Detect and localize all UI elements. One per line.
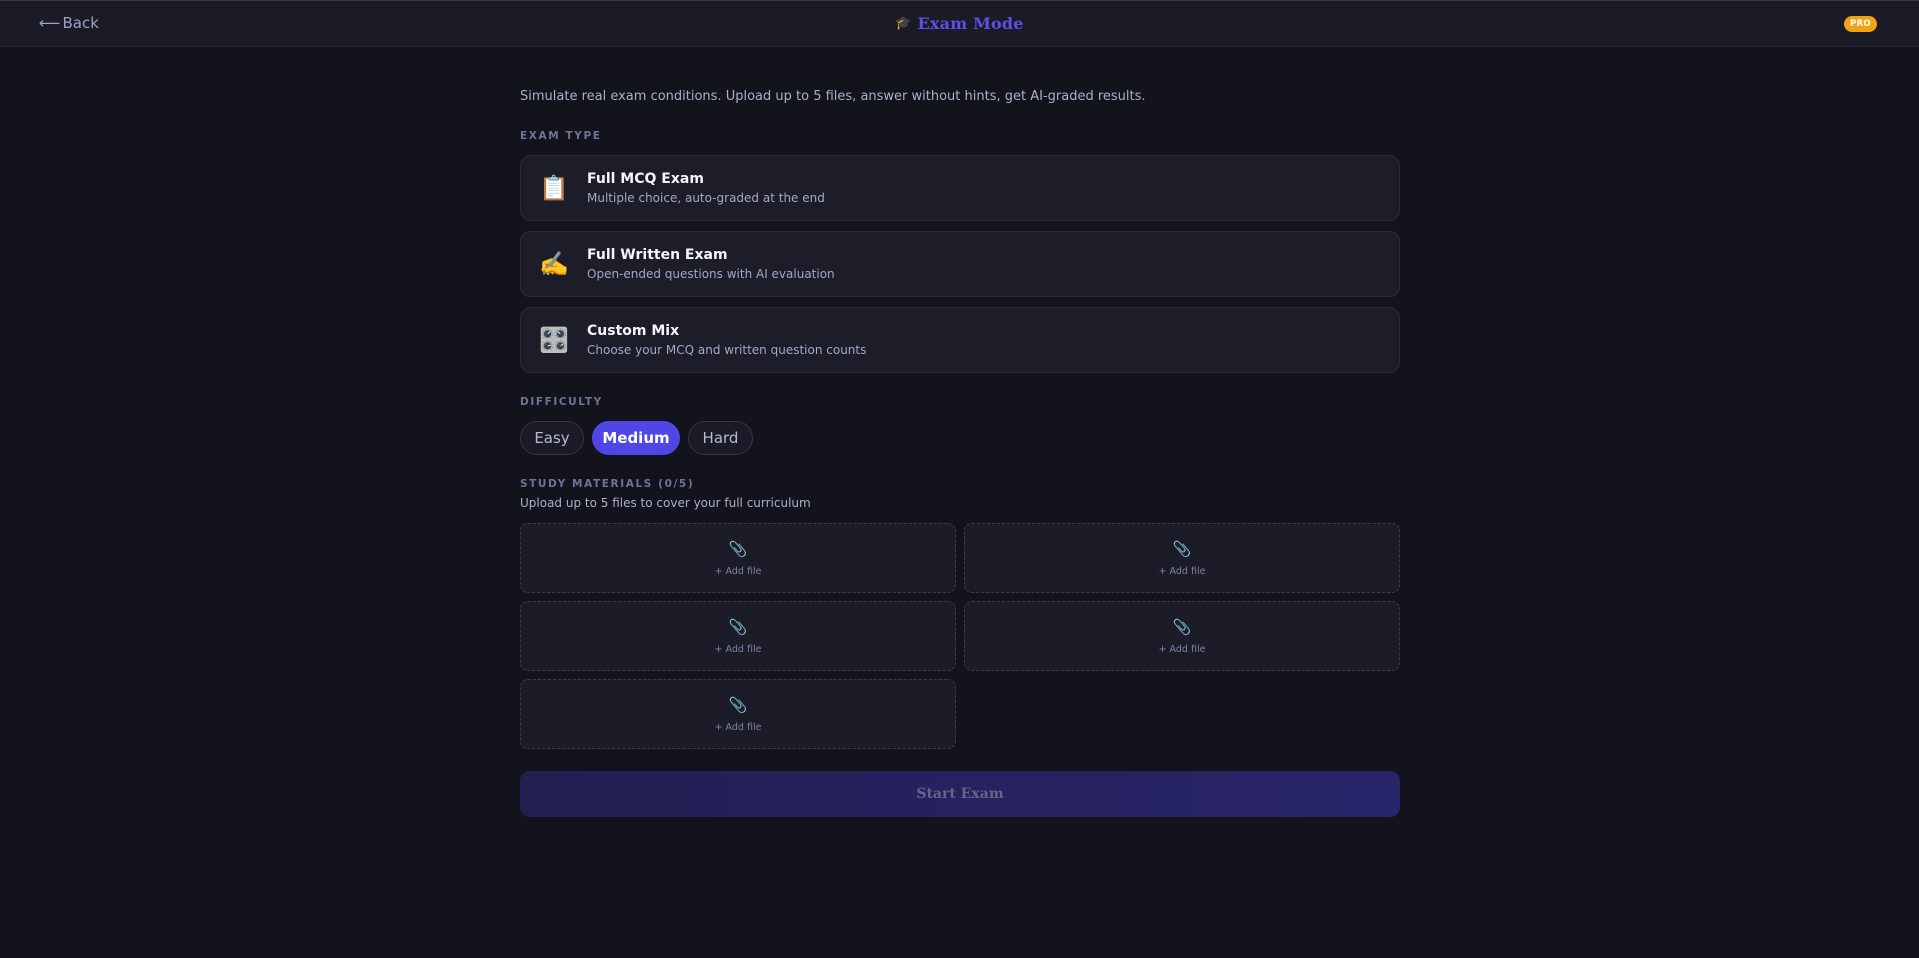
add-file-label: + Add file (714, 644, 762, 655)
paperclip-icon: 📎 (1172, 540, 1192, 558)
study-materials-label: STUDY MATERIALS (0/5) (520, 478, 695, 490)
exam-type-mcq[interactable]: 📋 Full MCQ Exam Multiple choice, auto-gr… (520, 155, 1400, 221)
difficulty-medium-button[interactable]: Medium (592, 421, 680, 455)
exam-type-label: EXAM TYPE (520, 130, 602, 142)
intro-text: Simulate real exam conditions. Upload up… (520, 89, 1146, 104)
difficulty-easy-button[interactable]: Easy (520, 421, 584, 455)
paperclip-icon: 📎 (728, 696, 748, 714)
file-slot-3[interactable]: 📎 + Add file (520, 601, 956, 671)
exam-type-title: Full MCQ Exam (587, 171, 704, 187)
exam-type-custom-mix[interactable]: 🎛️ Custom Mix Choose your MCQ and writte… (520, 307, 1400, 373)
exam-type-desc: Choose your MCQ and written question cou… (587, 343, 867, 357)
difficulty-label: DIFFICULTY (520, 396, 603, 408)
control-knobs-icon: 🎛️ (539, 326, 569, 354)
file-slot-1[interactable]: 📎 + Add file (520, 523, 956, 593)
file-slot-4[interactable]: 📎 + Add file (964, 601, 1400, 671)
writing-hand-icon: ✍️ (539, 250, 569, 278)
page-title-group: 🎓 Exam Mode (0, 14, 1919, 33)
paperclip-icon: 📎 (728, 540, 748, 558)
pro-badge: PRO (1844, 16, 1877, 32)
exam-type-desc: Multiple choice, auto-graded at the end (587, 191, 825, 205)
add-file-label: + Add file (714, 566, 762, 577)
file-slot-5[interactable]: 📎 + Add file (520, 679, 956, 749)
study-materials-subtitle: Upload up to 5 files to cover your full … (520, 496, 811, 510)
paperclip-icon: 📎 (728, 618, 748, 636)
clipboard-icon: 📋 (539, 174, 569, 202)
add-file-label: + Add file (1158, 566, 1206, 577)
exam-type-title: Full Written Exam (587, 247, 728, 263)
start-exam-button[interactable]: Start Exam (520, 771, 1400, 817)
exam-type-written[interactable]: ✍️ Full Written Exam Open-ended question… (520, 231, 1400, 297)
paperclip-icon: 📎 (1172, 618, 1192, 636)
exam-type-title: Custom Mix (587, 323, 680, 339)
page-title: Exam Mode (917, 14, 1024, 33)
add-file-label: + Add file (714, 722, 762, 733)
file-slot-2[interactable]: 📎 + Add file (964, 523, 1400, 593)
exam-type-desc: Open-ended questions with AI evaluation (587, 267, 835, 281)
graduation-cap-icon: 🎓 (895, 16, 912, 31)
add-file-label: + Add file (1158, 644, 1206, 655)
top-bar: ⟵ Back 🎓 Exam Mode PRO (0, 0, 1919, 47)
difficulty-hard-button[interactable]: Hard (688, 421, 753, 455)
